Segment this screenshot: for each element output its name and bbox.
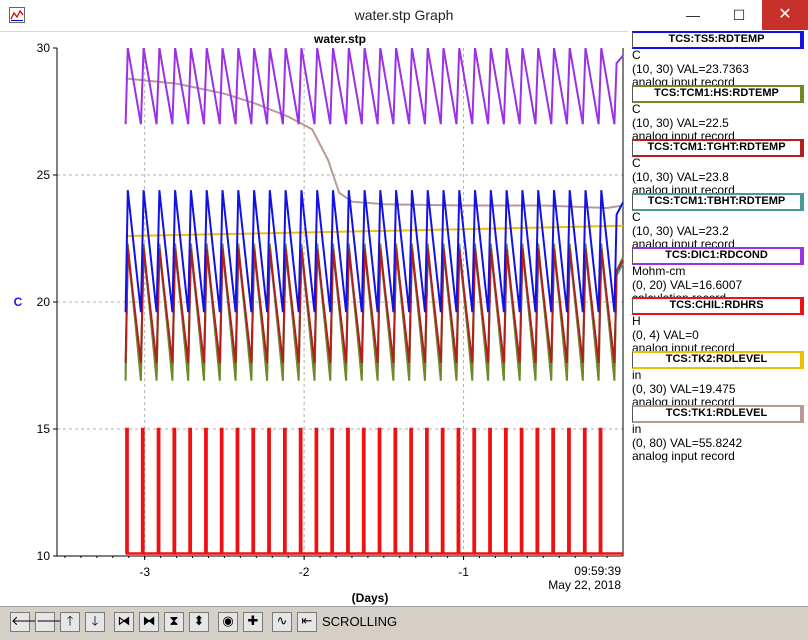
legend-unit: C — [632, 102, 641, 116]
legend-series-name: TCS:CHIL:RDHRS — [632, 297, 804, 315]
y-tick-label: 20 — [37, 295, 51, 309]
legend-range: (0, 20) VAL=16.6007 — [632, 277, 743, 292]
waveform-button[interactable]: ∿ — [272, 612, 292, 632]
add-button[interactable]: ✚ — [243, 612, 263, 632]
legend-series-name: TCS:TK1:RDLEVEL — [632, 405, 804, 423]
title-bar: water.stp Graph — ☐ ✕ — [0, 0, 808, 32]
legend-unit: H — [632, 314, 641, 328]
legend-unit: C — [632, 156, 641, 170]
maximize-button[interactable]: ☐ — [716, 0, 762, 30]
scroll-right-button[interactable]: 🡒 — [35, 612, 71, 632]
legend-series-name: TCS:DIC1:RDCOND — [632, 247, 804, 265]
jump-end-icon: ⇤ — [301, 614, 313, 629]
compress-y-button[interactable]: ⧗ — [164, 612, 184, 632]
legend-entry[interactable]: TCS:TK1:RDLEVEL in (0, 80) VAL=55.8242 anal… — [632, 405, 804, 464]
expand-vertical-icon: ⬍ — [193, 614, 205, 629]
minimize-button[interactable]: — — [670, 0, 716, 30]
arrow-down-icon: 🡓 — [91, 614, 99, 629]
chart-svg[interactable]: 10 15 20 25 30 -3 -2 -1 water.stp C (Days) 09:59:39… — [0, 31, 626, 606]
legend-entry[interactable]: TCS:TK2:RDLEVEL in (0, 30) VAL=19.475 analo… — [632, 351, 804, 410]
x-tick-label: -3 — [139, 565, 150, 579]
legend-entry[interactable]: TCS:TCM1:TGHT:RDTEMP C (10, 30) VAL=23.8 an… — [632, 139, 804, 198]
x-tick-label: -1 — [458, 565, 469, 579]
scroll-up-button[interactable]: 🡑 — [60, 612, 80, 632]
legend-range: (10, 30) VAL=23.7363 — [632, 61, 749, 76]
time-label: 09:59:39 — [574, 564, 621, 578]
scroll-down-button[interactable]: 🡓 — [85, 612, 105, 632]
legend-series-name: TCS:TCM1:HS:RDTEMP — [632, 85, 804, 103]
y-tick-label: 25 — [37, 168, 51, 182]
legend-series-name: TCS:TCM1:TBHT:RDTEMP — [632, 193, 804, 211]
y-tick-label: 15 — [37, 422, 51, 436]
legend-range: (10, 30) VAL=23.8 — [632, 169, 729, 184]
chart-area: 10 15 20 25 30 -3 -2 -1 water.stp C (Days) 09:59:39… — [0, 31, 626, 606]
legend-series-name: TCS:TCM1:TGHT:RDTEMP — [632, 139, 804, 157]
y-tick-label: 10 — [37, 549, 51, 563]
legend-unit: in — [632, 422, 642, 436]
date-label: May 22, 2018 — [548, 578, 621, 592]
legend-unit: Mohm-cm — [632, 264, 686, 278]
waveform-icon: ∿ — [276, 614, 288, 629]
compress-horizontal-icon: ⧒ — [117, 614, 131, 629]
x-tick-label: -2 — [299, 565, 310, 579]
legend-entry[interactable]: TCS:TCM1:TBHT:RDTEMP C (10, 30) VAL=23.2 an… — [632, 193, 804, 252]
compress-vertical-icon: ⧗ — [169, 614, 179, 629]
legend-entry[interactable]: TCS:CHIL:RDHRS H (0, 4) VAL=0 analog input … — [632, 297, 804, 356]
legend-entry[interactable]: TCS:TCM1:HS:RDTEMP C (10, 30) VAL=22.5 anal… — [632, 85, 804, 144]
plus-icon: ✚ — [247, 614, 259, 629]
expand-x-button[interactable]: ⧓ — [139, 612, 159, 632]
compress-x-button[interactable]: ⧒ — [114, 612, 134, 632]
x-axis-label: (Days) — [352, 591, 389, 605]
circle-icon: ◉ — [222, 614, 234, 629]
record-button[interactable]: ◉ — [218, 612, 238, 632]
close-button[interactable]: ✕ — [762, 0, 808, 30]
y-tick-label: 30 — [37, 41, 51, 55]
legend-range: (0, 4) VAL=0 — [632, 327, 699, 342]
legend-unit: C — [632, 48, 641, 62]
legend-unit: C — [632, 210, 641, 224]
legend-range: (10, 30) VAL=22.5 — [632, 115, 729, 130]
legend-series-name: TCS:TK2:RDLEVEL — [632, 351, 804, 369]
legend-range: (10, 30) VAL=23.2 — [632, 223, 729, 238]
jump-end-button[interactable]: ⇤ — [297, 612, 317, 632]
legend-entry[interactable]: TCS:TS5:RDTEMP C (10, 30) VAL=23.7363 analo… — [632, 31, 804, 90]
bottom-toolbar: SCROLLING 🡐 🡒 🡑 🡓 ⧒ ⧓ ⧗ ⬍ ◉ ✚ ∿ ⇤ — [0, 606, 808, 640]
legend-unit: in — [632, 368, 642, 382]
legend-panel: TCS:TS5:RDTEMP C (10, 30) VAL=23.7363 analo… — [628, 31, 808, 606]
scroll-left-button[interactable]: 🡐 — [10, 612, 46, 632]
chart-title: water.stp — [313, 32, 366, 46]
arrow-up-icon: 🡑 — [66, 614, 74, 629]
scroll-status: SCROLLING — [322, 614, 398, 629]
y-axis-label: C — [14, 295, 23, 309]
legend-series-name: TCS:TS5:RDTEMP — [632, 31, 804, 49]
legend-record: analog input record — [632, 449, 735, 463]
expand-horizontal-icon: ⧓ — [142, 614, 156, 629]
legend-range: (0, 80) VAL=55.8242 — [632, 435, 743, 450]
expand-y-button[interactable]: ⬍ — [189, 612, 209, 632]
legend-range: (0, 30) VAL=19.475 — [632, 381, 736, 396]
